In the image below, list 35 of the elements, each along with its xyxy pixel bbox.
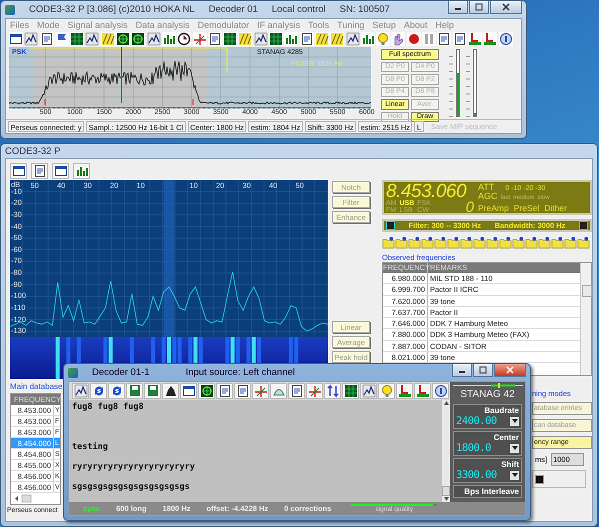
menu-item[interactable]: Demodulator	[198, 20, 250, 30]
menu-item[interactable]: Tuning	[337, 20, 364, 30]
parameter-label: Center	[492, 433, 519, 442]
tuner-option[interactable]: PreAmp	[478, 203, 509, 213]
window-title: CODE3-32 P	[5, 146, 60, 156]
section-title[interactable]: Main database	[10, 382, 62, 393]
window-title: Local control	[272, 4, 326, 15]
menu-item[interactable]: About	[404, 20, 428, 30]
menu-item[interactable]: Files	[10, 20, 30, 30]
parameter-value: 1800.0	[456, 442, 491, 454]
agc-label: AGC	[478, 191, 498, 201]
parameter-label: Bps Interleave	[463, 487, 519, 496]
menu-item[interactable]: Tools	[308, 20, 330, 30]
mode-name: STANAG 42	[460, 388, 515, 400]
menu-item[interactable]: Mode	[37, 20, 60, 30]
window-title: SN: 100507	[340, 4, 390, 15]
tuner-option[interactable]: Dither	[544, 203, 567, 213]
menu-item[interactable]: IF analysis	[257, 20, 300, 30]
window-title: Decoder 01	[208, 4, 258, 15]
decoded-text: fug8 fug8 fug8 testing ryryryryryryryryryryryry sgsgsgsgsgsgsgsgsgsgsgs	[69, 400, 442, 502]
frequency-readout: 8.453.060	[386, 182, 466, 201]
att-label: ATT	[478, 182, 494, 192]
parameter-value: 2400.00	[456, 415, 497, 427]
parameter-label: Shift	[500, 460, 519, 469]
menu-item[interactable]: Setup	[372, 20, 396, 30]
menu-item[interactable]: Help	[435, 20, 454, 30]
window-title: Decoder 01-1	[92, 367, 150, 378]
offset-readout: 0	[466, 201, 474, 214]
tuner-option[interactable]: PreSel	[514, 203, 540, 213]
parameter-label: Baudrate	[483, 406, 519, 415]
parameter-value: 3300.00	[456, 469, 497, 481]
menu-item[interactable]: Signal analysis	[68, 20, 128, 30]
input-source: Input source: Left channel	[186, 367, 295, 378]
window-title: CODE3-32 P [3.086] (c)2010 HOKA NL	[29, 4, 195, 15]
menu-item[interactable]: Data analysis	[136, 20, 190, 30]
